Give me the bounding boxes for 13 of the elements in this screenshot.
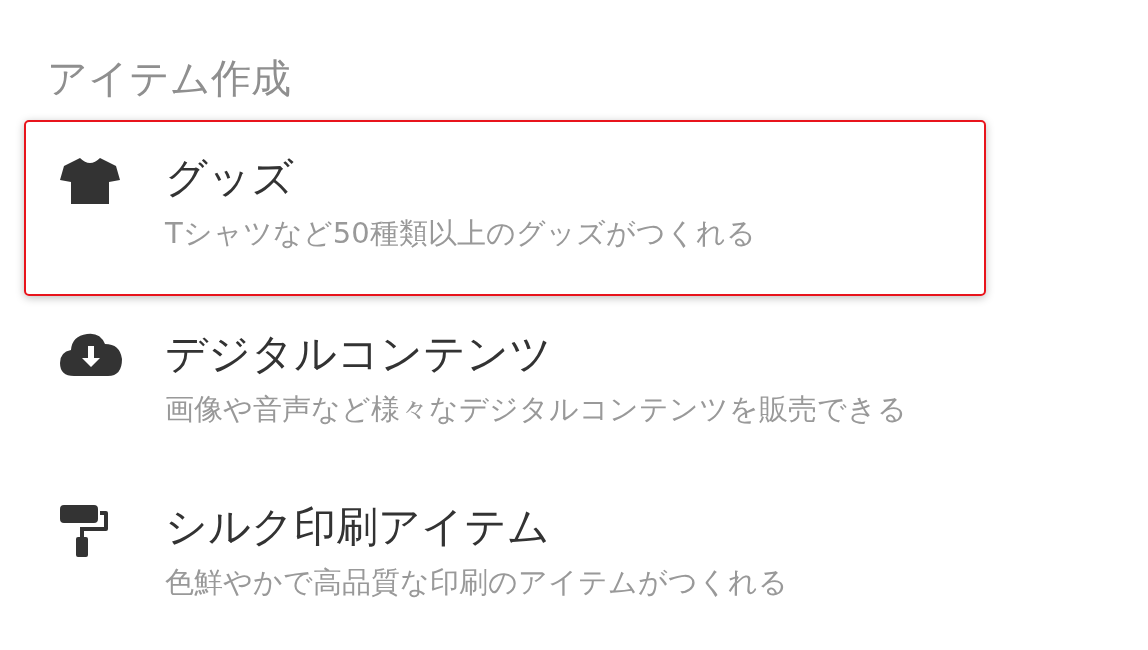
item-title: デジタルコンテンツ: [165, 328, 552, 380]
list-item[interactable]: グッズ Tシャツなど50種類以上のグッズがつくれる: [24, 120, 986, 296]
item-title: シルク印刷アイテム: [165, 501, 550, 553]
paint-roller-icon: [60, 505, 108, 557]
list-item[interactable]: シルク印刷アイテム 色鮮やかで高品質な印刷のアイテムがつくれる: [24, 469, 986, 642]
tshirt-icon: [60, 156, 120, 204]
item-title: グッズ: [165, 152, 294, 204]
section-heading: アイテム作成: [47, 54, 291, 103]
cloud-download-icon: [60, 332, 122, 376]
item-description: 画像や音声など様々なデジタルコンテンツを販売できる: [165, 391, 907, 428]
list-item[interactable]: デジタルコンテンツ 画像や音声など様々なデジタルコンテンツを販売できる: [24, 296, 986, 469]
item-description: 色鮮やかで高品質な印刷のアイテムがつくれる: [165, 564, 788, 601]
item-description: Tシャツなど50種類以上のグッズがつくれる: [165, 215, 756, 252]
